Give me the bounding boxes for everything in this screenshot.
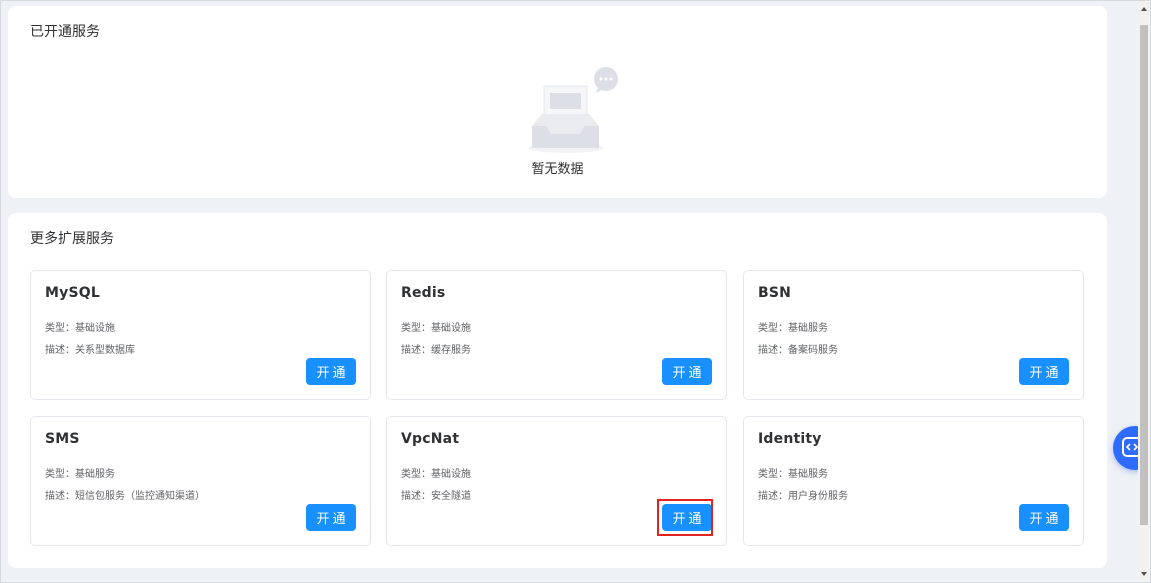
service-card-vpcnat: VpcNat 类型：基础设施 描述：安全隧道 开通 xyxy=(386,416,727,546)
service-name: MySQL xyxy=(45,285,100,301)
open-mysql-button[interactable]: 开通 xyxy=(306,358,356,385)
service-card-redis: Redis 类型：基础设施 描述：缓存服务 开通 xyxy=(386,270,727,400)
empty-text: 暂无数据 xyxy=(531,162,584,177)
scroll-thumb[interactable] xyxy=(1140,25,1148,525)
more-services-title: 更多扩展服务 xyxy=(30,231,114,247)
vertical-scrollbar[interactable] xyxy=(1138,1,1150,582)
service-type: 类型：基础设施 xyxy=(401,323,471,334)
service-desc: 描述：缓存服务 xyxy=(401,345,471,356)
service-card-mysql: MySQL 类型：基础设施 描述：关系型数据库 开通 xyxy=(30,270,371,400)
open-sms-button[interactable]: 开通 xyxy=(306,504,356,531)
service-name: VpcNat xyxy=(401,431,460,447)
scroll-up-icon[interactable] xyxy=(1141,7,1147,11)
service-name: BSN xyxy=(758,285,792,301)
service-name: Identity xyxy=(758,431,822,447)
service-name: Redis xyxy=(401,285,446,301)
open-bsn-button[interactable]: 开通 xyxy=(1019,358,1069,385)
service-type: 类型：基础服务 xyxy=(758,469,828,480)
service-type: 类型：基础服务 xyxy=(45,469,115,480)
service-desc: 描述：安全隧道 xyxy=(401,491,471,502)
open-redis-button[interactable]: 开通 xyxy=(662,358,712,385)
empty-inbox-icon xyxy=(528,67,618,153)
scroll-down-icon[interactable] xyxy=(1141,572,1147,576)
more-services-panel: 更多扩展服务 MySQL 类型：基础设施 描述：关系型数据库 开通 Redis … xyxy=(8,213,1107,568)
service-type: 类型：基础服务 xyxy=(758,323,828,334)
service-card-sms: SMS 类型：基础服务 描述：短信包服务（监控通知渠道） 开通 xyxy=(30,416,371,546)
open-identity-button[interactable]: 开通 xyxy=(1019,504,1069,531)
open-vpcnat-button[interactable]: 开通 xyxy=(662,504,712,531)
active-services-title: 已开通服务 xyxy=(30,24,100,40)
active-services-panel: 已开通服务 暂无数据 xyxy=(8,6,1107,198)
service-desc: 描述：备案码服务 xyxy=(758,345,838,356)
service-desc: 描述：关系型数据库 xyxy=(45,345,135,356)
service-name: SMS xyxy=(45,431,80,447)
service-type: 类型：基础设施 xyxy=(45,323,115,334)
service-desc: 描述：用户身份服务 xyxy=(758,491,848,502)
service-card-identity: Identity 类型：基础服务 描述：用户身份服务 开通 xyxy=(743,416,1084,546)
service-card-bsn: BSN 类型：基础服务 描述：备案码服务 开通 xyxy=(743,270,1084,400)
service-type: 类型：基础设施 xyxy=(401,469,471,480)
service-desc: 描述：短信包服务（监控通知渠道） xyxy=(45,491,205,502)
vpcnat-button-wrap: 开通 xyxy=(657,499,713,536)
